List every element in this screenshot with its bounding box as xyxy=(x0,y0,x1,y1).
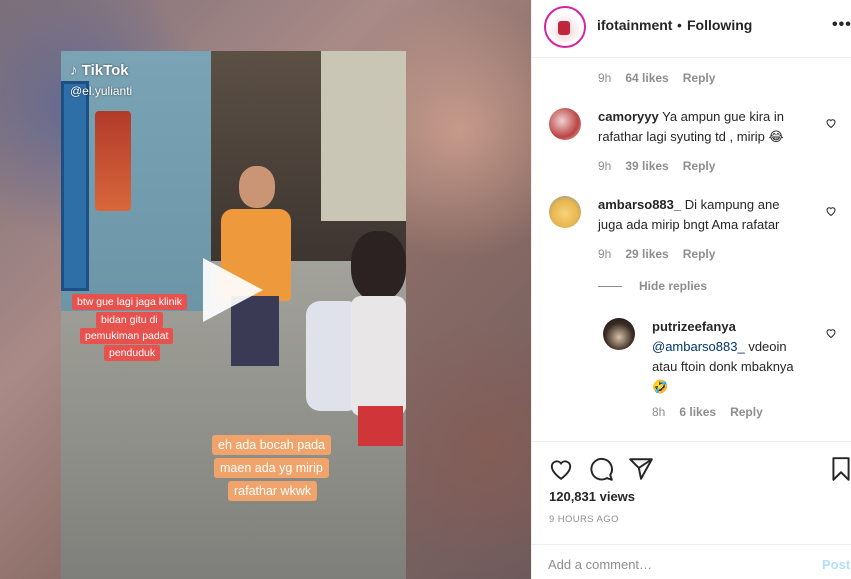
comment-username[interactable]: camoryyy xyxy=(598,109,659,124)
reply-username[interactable]: putrizeefanya xyxy=(652,319,736,334)
comment-meta: 9h 29 likes Reply xyxy=(598,247,716,261)
header-separator: • xyxy=(677,17,682,33)
reply-button[interactable]: Reply xyxy=(683,247,716,261)
reply-button[interactable]: Reply xyxy=(683,159,716,173)
share-icon[interactable] xyxy=(628,456,654,482)
comment-meta: 9h 64 likes Reply xyxy=(598,71,716,85)
reply-button[interactable]: Reply xyxy=(730,405,763,419)
likes-count[interactable]: 39 likes xyxy=(625,159,668,173)
post-actions: 120,831 views 9 HOURS AGO Add a comment…… xyxy=(532,441,851,579)
mention-link[interactable]: @ambarso883_ xyxy=(652,339,745,354)
avatar[interactable] xyxy=(603,318,635,350)
media-area: ♪ TikTok @el.yulianti btw gue lagi jaga … xyxy=(0,0,531,579)
tiktok-icon: ♪ xyxy=(70,62,78,79)
post-header: ifotainment • Following ••• xyxy=(532,0,851,58)
hide-replies-button[interactable]: Hide replies xyxy=(639,279,707,293)
instagram-post: ♪ TikTok @el.yulianti btw gue lagi jaga … xyxy=(0,0,851,579)
caption-orange-1: eh ada bocah pada xyxy=(212,435,332,455)
comment-text: camoryyy Ya ampun gue kira in rafathar l… xyxy=(598,109,784,144)
post-button[interactable]: Post xyxy=(822,557,850,572)
avatar[interactable] xyxy=(549,108,581,140)
caption-orange-2: maen ada yg mirip xyxy=(214,458,329,478)
caption-orange-3: rafathar wkwk xyxy=(228,481,318,501)
following-button[interactable]: Following xyxy=(687,17,752,33)
heart-icon[interactable] xyxy=(825,117,837,129)
caption-red-1: btw gue lagi jaga klinik xyxy=(72,294,188,310)
avatar[interactable] xyxy=(544,6,586,48)
tiktok-username: @el.yulianti xyxy=(70,84,133,98)
play-icon[interactable] xyxy=(203,258,263,322)
reply-text: putrizeefanya @ambarso883_ vdeoin atau f… xyxy=(652,319,794,394)
add-comment-input[interactable]: Add a comment… xyxy=(548,557,652,572)
reply-button[interactable]: Reply xyxy=(683,71,716,85)
caption-red-4: penduduk xyxy=(104,345,161,361)
bookmark-icon[interactable] xyxy=(828,456,851,482)
caption-red-3: pemukiman padat xyxy=(80,328,174,344)
tiktok-watermark: ♪ TikTok xyxy=(70,62,129,79)
heart-icon[interactable] xyxy=(825,327,837,339)
reply-meta: 8h 6 likes Reply xyxy=(652,405,763,419)
comment-icon[interactable] xyxy=(588,456,614,482)
comment-meta: 9h 39 likes Reply xyxy=(598,159,716,173)
likes-count[interactable]: 64 likes xyxy=(625,71,668,85)
heart-icon[interactable] xyxy=(825,205,837,217)
post-sidebar: ifotainment • Following ••• 9h 64 likes Re… xyxy=(531,0,851,579)
add-comment-bar: Add a comment… Post xyxy=(532,544,851,579)
more-options-icon[interactable]: ••• xyxy=(832,16,851,34)
header-username[interactable]: ifotainment xyxy=(597,17,672,33)
avatar[interactable] xyxy=(549,196,581,228)
views-count[interactable]: 120,831 views xyxy=(549,489,635,504)
caption-red-2: bidan gitu di xyxy=(96,312,163,328)
like-heart-icon[interactable] xyxy=(548,456,574,482)
comment-username[interactable]: ambarso883_ xyxy=(598,197,681,212)
comment-text: ambarso883_ Di kampung ane juga ada miri… xyxy=(598,197,780,232)
post-timestamp[interactable]: 9 HOURS AGO xyxy=(549,514,619,525)
likes-count[interactable]: 6 likes xyxy=(679,405,716,419)
hide-replies-line xyxy=(598,286,622,287)
likes-count[interactable]: 29 likes xyxy=(625,247,668,261)
